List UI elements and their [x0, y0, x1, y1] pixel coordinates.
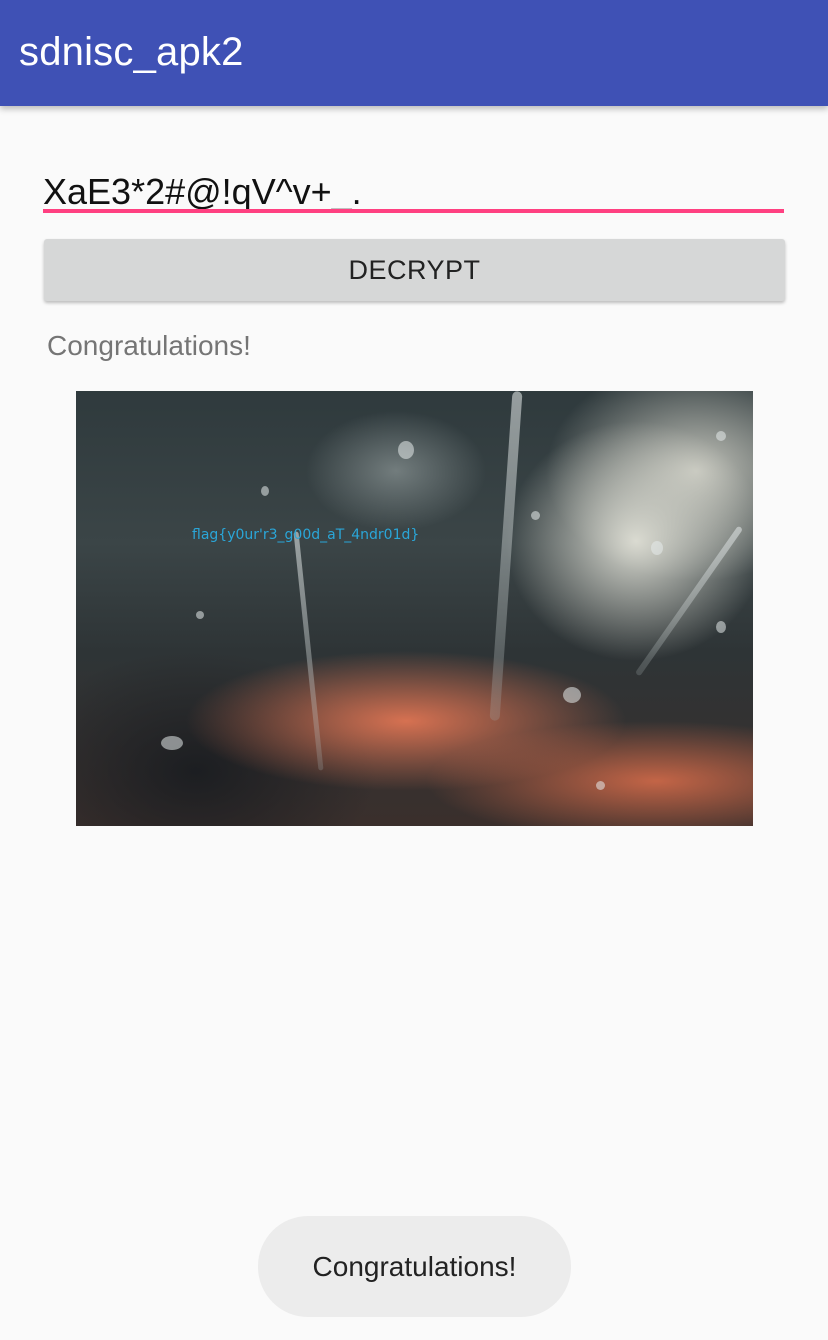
rain-drop — [161, 736, 183, 750]
decrypt-button[interactable]: DECRYPT — [44, 239, 785, 301]
flag-overlay-text: flag{y0ur'r3_g00d_aT_4ndr01d} — [192, 527, 420, 543]
decrypted-image: flag{y0ur'r3_g00d_aT_4ndr01d} — [76, 391, 753, 826]
rain-drop — [261, 486, 269, 496]
rain-drop — [651, 541, 663, 555]
rain-drop — [716, 621, 726, 633]
rain-streak — [489, 391, 523, 721]
rain-drop — [563, 687, 581, 703]
rain-streak — [293, 531, 324, 771]
app-bar: sdnisc_apk2 — [0, 0, 828, 106]
toast-message: Congratulations! — [258, 1216, 571, 1317]
password-input[interactable]: XaE3*2#@!qV^v+_. — [43, 164, 784, 216]
password-input-value[interactable]: XaE3*2#@!qV^v+_. — [43, 170, 362, 214]
rain-drop — [398, 441, 414, 459]
rain-drop — [531, 511, 540, 520]
app-title: sdnisc_apk2 — [19, 30, 244, 74]
rain-drop — [596, 781, 605, 790]
input-underline — [43, 209, 784, 213]
rain-drop — [716, 431, 726, 441]
result-text: Congratulations! — [47, 330, 251, 361]
rain-drop — [196, 611, 204, 619]
